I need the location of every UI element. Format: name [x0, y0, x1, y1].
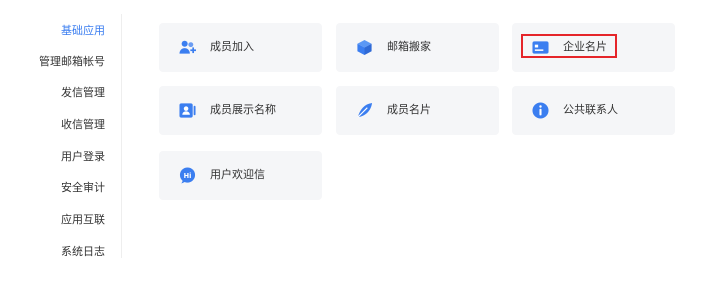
app-card-member-display-name[interactable]: 成员展示名称 — [159, 86, 322, 135]
enterprise-card-icon — [532, 41, 549, 54]
app-card-label: 邮箱搬家 — [387, 40, 431, 53]
member-join-icon — [179, 40, 196, 54]
member-card-icon — [357, 102, 373, 118]
hi-chat-icon: Hi — [179, 167, 196, 184]
app-card-label: 企业名片 — [563, 40, 607, 53]
sidebar-item-system-log[interactable]: 系统日志 — [61, 245, 105, 259]
app-card-member-join[interactable]: 成员加入 — [159, 23, 322, 72]
sidebar-item-receive-management[interactable]: 收信管理 — [61, 118, 105, 132]
sidebar-item-send-management[interactable]: 发信管理 — [61, 86, 105, 100]
sidebar-item-security-audit[interactable]: 安全审计 — [61, 181, 105, 195]
info-icon — [532, 102, 549, 119]
app-card-enterprise-card[interactable]: 企业名片 — [512, 23, 675, 72]
app-card-label: 成员加入 — [210, 40, 254, 53]
sidebar-item-basic-apps[interactable]: 基础应用 — [61, 24, 105, 38]
app-card-label: 公共联系人 — [563, 103, 618, 116]
app-card-user-welcome-letter[interactable]: Hi 用户欢迎信 — [159, 151, 322, 200]
member-display-name-icon — [179, 103, 196, 118]
sidebar-item-user-login[interactable]: 用户登录 — [61, 150, 105, 164]
sidebar-item-manage-mail-accounts[interactable]: 管理邮箱帐号 — [39, 55, 105, 69]
app-card-label: 成员展示名称 — [210, 103, 276, 116]
app-card-public-contacts[interactable]: 公共联系人 — [512, 86, 675, 135]
app-card-member-card[interactable]: 成员名片 — [336, 86, 499, 135]
app-card-mailbox-move[interactable]: 邮箱搬家 — [336, 23, 499, 72]
app-card-label: 成员名片 — [387, 103, 431, 116]
sidebar-item-app-interconnect[interactable]: 应用互联 — [61, 213, 105, 227]
settings-sidebar: 基础应用 管理邮箱帐号 发信管理 收信管理 用户登录 安全审计 应用互联 系统日… — [0, 14, 122, 258]
mailbox-move-icon — [357, 39, 372, 56]
app-card-label: 用户欢迎信 — [210, 168, 265, 181]
svg-text:Hi: Hi — [184, 172, 192, 180]
